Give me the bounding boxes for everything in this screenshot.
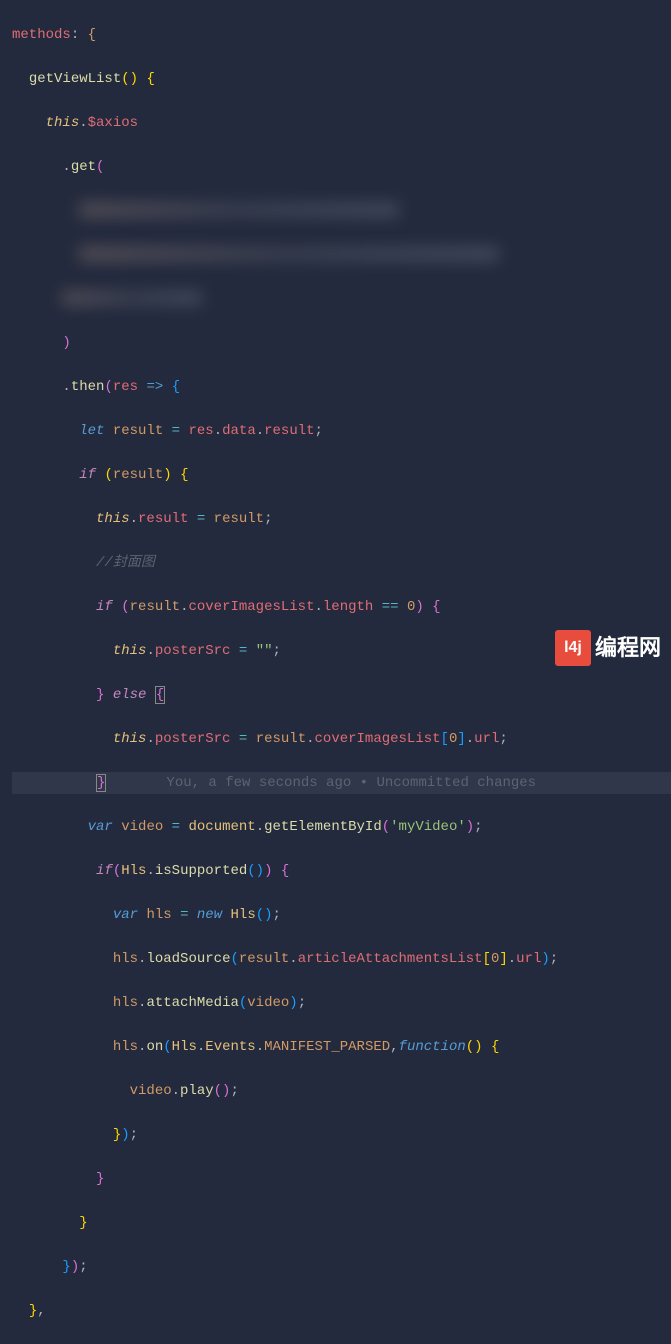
code-line: //封面图	[12, 552, 671, 574]
watermark-logo-icon: l4j	[555, 630, 591, 666]
code-line: .get(	[12, 156, 671, 178]
code-line: video.play();	[12, 1080, 671, 1102]
code-line: });	[12, 1256, 671, 1278]
code-line: });	[12, 1124, 671, 1146]
code-line: if(Hls.isSupported()) {	[12, 860, 671, 882]
code-line: hls.attachMedia(video);	[12, 992, 671, 1014]
code-line: this.posterSrc = result.coverImagesList[…	[12, 728, 671, 750]
watermark-text: 编程网	[595, 637, 661, 659]
code-line-blurred	[12, 288, 671, 310]
code-line: hls.loadSource(result.articleAttachments…	[12, 948, 671, 970]
redacted-content	[62, 291, 202, 305]
redacted-content	[79, 247, 499, 261]
code-line: let result = res.data.result;	[12, 420, 671, 442]
code-line: methods: {	[12, 24, 671, 46]
code-line: this.result = result;	[12, 508, 671, 530]
code-line-active: }You, a few seconds ago • Uncommitted ch…	[12, 772, 671, 794]
code-line: getViewList() {	[12, 68, 671, 90]
code-line: )	[12, 332, 671, 354]
code-line: } else {	[12, 684, 671, 706]
code-line-blurred	[12, 244, 671, 266]
code-editor[interactable]: methods: { getViewList() { this.$axios .…	[0, 0, 671, 1344]
code-line: },	[12, 1300, 671, 1322]
code-line: this.$axios	[12, 112, 671, 134]
code-line: }	[12, 1168, 671, 1190]
code-line: }	[12, 1212, 671, 1234]
code-line: if (result) {	[12, 464, 671, 486]
code-line-blurred	[12, 200, 671, 222]
redacted-content	[79, 203, 399, 217]
code-line: .then(res => {	[12, 376, 671, 398]
code-line: if (result.coverImagesList.length == 0) …	[12, 596, 671, 618]
code-line: var video = document.getElementById('myV…	[12, 816, 671, 838]
git-blame-annotation: You, a few seconds ago • Uncommitted cha…	[166, 775, 536, 791]
code-line: var hls = new Hls();	[12, 904, 671, 926]
watermark: l4j 编程网	[555, 630, 661, 666]
code-line: hls.on(Hls.Events.MANIFEST_PARSED,functi…	[12, 1036, 671, 1058]
